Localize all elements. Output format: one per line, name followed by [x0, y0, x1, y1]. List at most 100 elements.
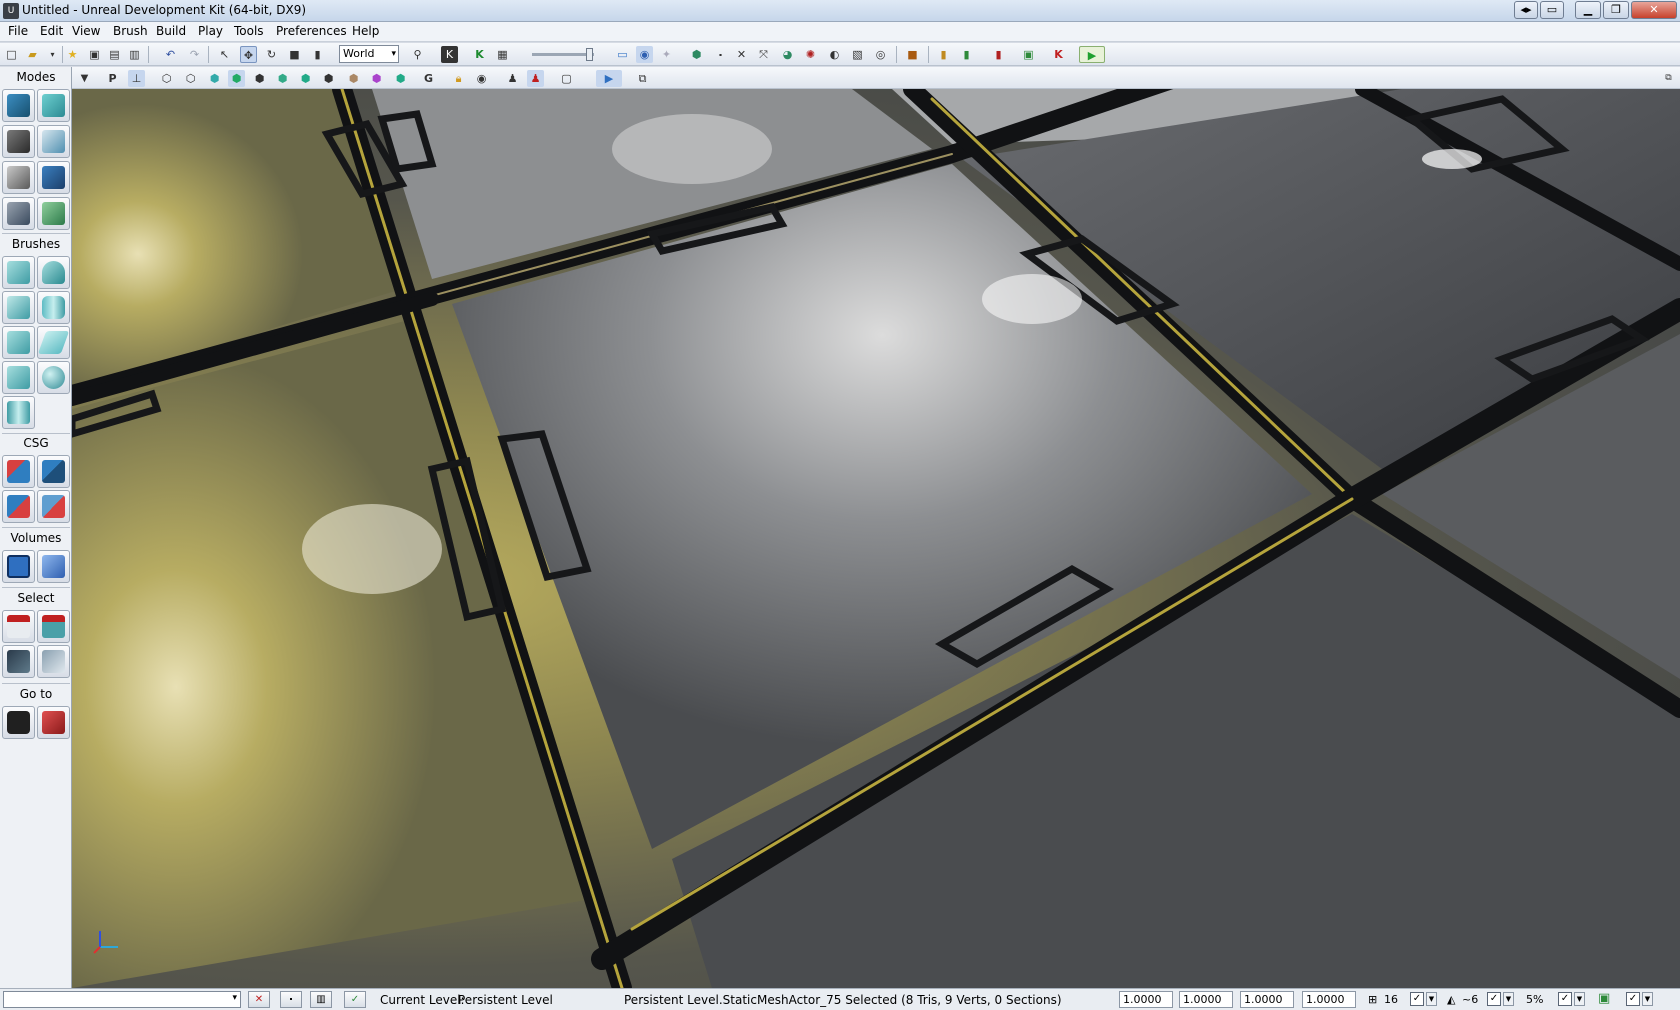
volumetric-brush-button[interactable] — [2, 396, 35, 429]
drag-grid-field-y[interactable]: 1.0000 — [1179, 991, 1233, 1008]
menu-brush[interactable]: Brush — [111, 24, 150, 38]
foliage-mode-button[interactable] — [37, 197, 70, 230]
cylinder-brush-button[interactable] — [37, 291, 70, 324]
translate-icon[interactable]: ✥ — [240, 46, 257, 63]
eye-icon[interactable]: ◎ — [872, 46, 889, 63]
texture-icon[interactable]: ▧ — [849, 46, 866, 63]
path-build-icon[interactable]: ✕ — [733, 46, 750, 63]
show-flags-eye-icon[interactable]: ◉ — [473, 70, 490, 87]
goto-actor-button[interactable] — [2, 706, 35, 739]
shader-complexity-icon[interactable]: ⬢ — [345, 70, 362, 87]
app-icon[interactable]: U — [3, 3, 19, 19]
autosave-checkbox[interactable]: ✓ — [1626, 992, 1640, 1006]
bulb-icon[interactable]: ◐ — [826, 46, 843, 63]
redo-icon[interactable]: ↷ — [186, 46, 203, 63]
shield-icon[interactable]: ⬢ — [688, 46, 705, 63]
current-level-button[interactable]: ✓ — [344, 991, 366, 1008]
viewport-options-dropdown-icon[interactable]: ▼ — [76, 70, 93, 87]
cone-brush-button[interactable] — [37, 256, 70, 289]
lighting-reflections-icon[interactable]: ⬢ — [392, 70, 409, 87]
add-volume-button[interactable] — [2, 550, 35, 583]
select-icon[interactable]: ↖ — [216, 46, 233, 63]
viewport-type-icon[interactable]: ⊥ — [128, 70, 145, 87]
level-browser-button[interactable]: ▥ — [310, 991, 332, 1008]
detail-lighting-icon[interactable]: ⬢ — [251, 70, 268, 87]
static-mesh-mode-button[interactable] — [37, 161, 70, 194]
save-all-icon[interactable]: ▤ — [106, 46, 123, 63]
select-hide-button[interactable] — [37, 610, 70, 643]
lighting-build-icon[interactable]: ✺ — [802, 46, 819, 63]
terrain-mode-button[interactable] — [2, 125, 35, 158]
goto-builder-brush-button[interactable] — [37, 706, 70, 739]
sphere-brush-button[interactable] — [37, 361, 70, 394]
unlit-icon[interactable]: ⬢ — [206, 70, 223, 87]
autosave-icon[interactable]: ▣ — [1598, 991, 1610, 1006]
menu-preferences[interactable]: Preferences — [274, 24, 349, 38]
stats-icon[interactable]: ▢ — [558, 70, 575, 87]
realtime-preview-icon[interactable]: ♟ — [527, 70, 544, 87]
lighting-only-icon[interactable]: ⬢ — [274, 70, 291, 87]
favorite-icon[interactable]: ★ — [64, 46, 81, 63]
perspective-icon[interactable]: P — [104, 70, 121, 87]
play-in-editor-icon[interactable]: ▶ — [1079, 46, 1105, 63]
mesh-paint-mode-button[interactable] — [2, 161, 35, 194]
rotate-icon[interactable]: ↻ — [263, 46, 280, 63]
build-geometry-icon[interactable]: ■ — [904, 46, 921, 63]
chevron-down-icon[interactable]: ▾ — [232, 993, 237, 1003]
game-view-icon[interactable]: G — [420, 70, 437, 87]
geometry-mode-button[interactable] — [37, 89, 70, 122]
build-all-icon[interactable]: ▣ — [1020, 46, 1037, 63]
scale-icon[interactable]: ■ — [286, 46, 303, 63]
spiral-stair-brush-button[interactable] — [2, 361, 35, 394]
new-file-icon[interactable]: □ — [3, 46, 20, 63]
linear-stair-brush-button[interactable] — [2, 291, 35, 324]
window-extra-button-1[interactable]: ◂▸ — [1514, 1, 1538, 19]
play-from-here-icon[interactable]: ▶ — [596, 70, 622, 87]
camera-speed-slider-thumb[interactable] — [586, 48, 593, 61]
csg-add-button[interactable] — [2, 455, 35, 488]
drag-grid-toggle-button[interactable]: ✕ — [248, 991, 270, 1008]
menu-build[interactable]: Build — [154, 24, 188, 38]
lock-icon[interactable]: 🔒︎ — [450, 70, 467, 87]
close-button[interactable]: ✕ — [1631, 1, 1677, 19]
landscape-mode-button[interactable] — [2, 197, 35, 230]
brush-wireframe-icon[interactable]: ⬡ — [158, 70, 175, 87]
grid-size-dropdown[interactable]: ▼ — [1426, 992, 1437, 1006]
pin-icon[interactable]: ⬝ — [712, 46, 729, 63]
open-dropdown-icon[interactable]: ▾ — [44, 46, 61, 63]
sheet-brush-button[interactable] — [37, 326, 70, 359]
perspective-viewport[interactable] — [72, 89, 1680, 988]
lit-icon[interactable]: ⬢ — [228, 70, 245, 87]
scale-snap-dropdown[interactable]: ▼ — [1574, 992, 1585, 1006]
select-none-button[interactable] — [37, 645, 70, 678]
csg-deintersect-button[interactable] — [37, 490, 70, 523]
csg-subtract-button[interactable] — [37, 455, 70, 488]
curved-stair-brush-button[interactable] — [2, 326, 35, 359]
menu-view[interactable]: View — [70, 24, 102, 38]
menu-file[interactable]: File — [6, 24, 30, 38]
drag-grid-field-z[interactable]: 1.0000 — [1240, 991, 1294, 1008]
scale-snap-checkbox[interactable]: ✓ — [1558, 992, 1572, 1006]
menu-play[interactable]: Play — [196, 24, 225, 38]
build-lighting-icon[interactable]: ▮ — [935, 46, 952, 63]
minimize-button[interactable]: ▁ — [1575, 1, 1601, 19]
viewport-layout-icon[interactable]: ⧉ — [634, 70, 651, 87]
cover-icon[interactable]: ◕ — [779, 46, 796, 63]
wireframe-icon[interactable]: ⬡ — [182, 70, 199, 87]
build-cover-icon[interactable]: ▮ — [990, 46, 1007, 63]
select-invert-button[interactable] — [2, 645, 35, 678]
cube-brush-button[interactable] — [2, 256, 35, 289]
save-icon[interactable]: ▣ — [86, 46, 103, 63]
volume-options-button[interactable] — [37, 550, 70, 583]
lightmap-density-icon[interactable]: ⬢ — [368, 70, 385, 87]
menu-help[interactable]: Help — [350, 24, 381, 38]
binoculars-icon[interactable]: ⚲ — [409, 46, 426, 63]
rotation-snap-dropdown[interactable]: ▼ — [1503, 992, 1514, 1006]
autosave-dropdown[interactable]: ▼ — [1642, 992, 1653, 1006]
console-command-input[interactable]: ▾ — [3, 991, 241, 1008]
nonuniform-scale-icon[interactable]: ▮ — [309, 46, 326, 63]
path-node-icon[interactable]: ⤧ — [755, 46, 772, 63]
select-show-button[interactable] — [2, 610, 35, 643]
play-in-kismet-icon[interactable]: K — [1050, 46, 1067, 63]
grid-snap-checkbox[interactable]: ✓ — [1410, 992, 1424, 1006]
